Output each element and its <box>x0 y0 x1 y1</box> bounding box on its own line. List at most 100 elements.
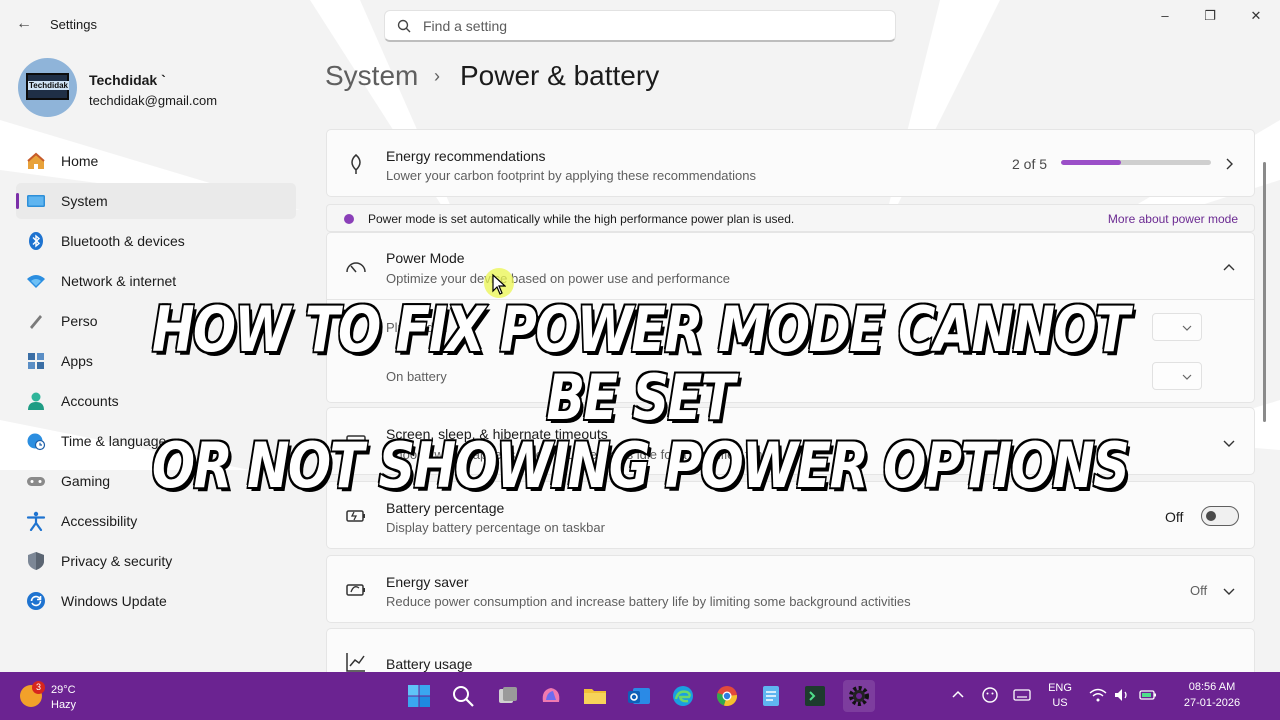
chrome-button[interactable] <box>711 680 743 712</box>
avatar: Techdidak <box>18 58 77 117</box>
energy-saver-card[interactable]: Energy saver Reduce power consumption an… <box>326 555 1255 623</box>
restore-button[interactable]: ❐ <box>1200 8 1220 24</box>
energy-saver-desc: Reduce power consumption and increase ba… <box>386 594 911 609</box>
profile-email: techdidak@gmail.com <box>89 93 218 108</box>
weather-condition: Hazy <box>51 699 77 711</box>
minimize-button[interactable]: – <box>1155 8 1175 24</box>
sidebar-item-bluetooth[interactable]: Bluetooth & devices <box>16 223 296 259</box>
toggle-knob <box>1206 511 1216 521</box>
close-button[interactable]: ✕ <box>1246 8 1266 24</box>
chevron-up-icon[interactable] <box>949 686 967 704</box>
chevron-right-icon <box>1226 158 1233 170</box>
sidebar-item-accessibility[interactable]: Accessibility <box>16 503 296 539</box>
battery-usage-title: Battery usage <box>386 656 473 672</box>
headline-line-1: HOW TO FIX POWER MODE CANNOT BE SET <box>151 293 1131 434</box>
info-icon <box>344 214 354 224</box>
sidebar-item-label: Accessibility <box>61 513 138 529</box>
search-input[interactable] <box>423 11 883 41</box>
taskbar: 3 29°C Hazy ENG US 08:56 AM 27-01-2026 <box>0 672 1280 720</box>
clock-time[interactable]: 08:56 AM <box>1172 681 1252 693</box>
speaker-icon[interactable] <box>1113 686 1131 704</box>
chevron-up-icon <box>1223 264 1235 271</box>
battery-icon <box>346 510 365 522</box>
page-title: Power & battery <box>460 60 660 91</box>
energy-saver-title: Energy saver <box>386 574 469 590</box>
power-mode-desc: Optimize your device based on power use … <box>386 271 730 286</box>
home-icon <box>27 152 45 169</box>
avatar-brand-text: Techdidak <box>28 81 69 90</box>
notepad-icon <box>763 686 779 706</box>
battery-percentage-toggle[interactable] <box>1201 506 1239 526</box>
headline-line-2: OR NOT SHOWING POWER OPTIONS <box>151 429 1131 502</box>
power-mode-info-bar: Power mode is set automatically while th… <box>326 204 1255 232</box>
bluetooth-icon <box>29 232 43 250</box>
energy-desc: Lower your carbon footprint by applying … <box>386 168 756 183</box>
shield-icon <box>28 552 44 570</box>
copilot-icon <box>542 688 560 702</box>
chevron-down-icon <box>1223 588 1235 595</box>
sidebar-item-system[interactable]: System <box>16 183 296 219</box>
sidebar-item-privacy[interactable]: Privacy & security <box>16 543 296 579</box>
notepad-button[interactable] <box>755 680 787 712</box>
battery-percentage-state: Off <box>1165 509 1184 525</box>
edge-icon <box>673 686 693 706</box>
search-icon <box>453 686 474 707</box>
start-button[interactable] <box>403 680 435 712</box>
accessibility-icon <box>26 511 46 531</box>
search-box[interactable] <box>384 10 896 42</box>
energy-progress-text: 2 of 5 <box>1012 156 1048 172</box>
terminal-button[interactable] <box>799 680 831 712</box>
line-chart-icon <box>346 653 365 672</box>
language-top[interactable]: ENG <box>1043 682 1077 694</box>
edge-button[interactable] <box>667 680 699 712</box>
wifi-icon <box>27 275 45 288</box>
energy-recommendations-card[interactable]: Energy recommendations Lower your carbon… <box>326 129 1255 197</box>
emoji-icon[interactable] <box>981 686 999 704</box>
breadcrumb-separator-icon: › <box>434 66 440 86</box>
task-view-icon <box>499 687 517 703</box>
power-mode-title: Power Mode <box>386 250 465 266</box>
notification-badge: 3 <box>32 681 45 694</box>
app-title: Settings <box>50 17 97 32</box>
breadcrumb-parent[interactable]: System <box>325 60 418 92</box>
keyboard-icon[interactable] <box>1013 686 1031 704</box>
folder-icon <box>584 689 606 704</box>
search-icon <box>397 19 411 33</box>
more-about-power-mode-link[interactable]: More about power mode <box>1108 212 1238 226</box>
weather-temp: 29°C <box>51 684 76 696</box>
energy-title: Energy recommendations <box>386 148 546 164</box>
sidebar-item-label: Network & internet <box>61 273 177 289</box>
taskbar-search-button[interactable] <box>447 680 479 712</box>
battery-charging-icon[interactable] <box>1139 686 1157 704</box>
sidebar-item-label: System <box>61 193 108 209</box>
wifi-icon[interactable] <box>1089 686 1107 704</box>
energy-saver-icon <box>346 584 365 596</box>
battery-percentage-desc: Display battery percentage on taskbar <box>386 520 605 535</box>
back-arrow-icon[interactable]: ← <box>14 14 34 34</box>
outlook-icon <box>628 688 650 704</box>
language-bottom[interactable]: US <box>1043 697 1077 709</box>
info-text: Power mode is set automatically while th… <box>368 212 795 226</box>
profile[interactable]: Techdidak Techdidak ` techdidak@gmail.co… <box>18 58 298 118</box>
gauge-icon <box>346 262 366 273</box>
settings-taskbar-button[interactable] <box>843 680 875 712</box>
sidebar-item-home[interactable]: Home <box>16 143 296 179</box>
clock-date[interactable]: 27-01-2026 <box>1172 697 1252 709</box>
chrome-icon <box>717 686 738 706</box>
leaf-icon <box>351 154 361 174</box>
outlook-button[interactable] <box>623 680 655 712</box>
profile-name: Techdidak ` <box>89 72 166 88</box>
energy-progress-bar <box>1061 160 1211 165</box>
task-view-button[interactable] <box>491 680 523 712</box>
gear-icon <box>849 686 869 706</box>
copilot-button[interactable] <box>535 680 567 712</box>
energy-progress-fill <box>1061 160 1121 165</box>
overlay-headline: HOW TO FIX POWER MODE CANNOT BE SET OR N… <box>0 293 1280 502</box>
power-mode-header[interactable]: Power Mode Optimize your device based on… <box>327 233 1254 300</box>
terminal-icon <box>805 686 825 706</box>
windows-logo-icon <box>408 685 430 707</box>
file-explorer-button[interactable] <box>579 680 611 712</box>
sidebar-item-windows-update[interactable]: Windows Update <box>16 583 296 619</box>
update-icon <box>27 592 45 610</box>
weather-widget[interactable]: 3 29°C Hazy <box>20 681 110 711</box>
